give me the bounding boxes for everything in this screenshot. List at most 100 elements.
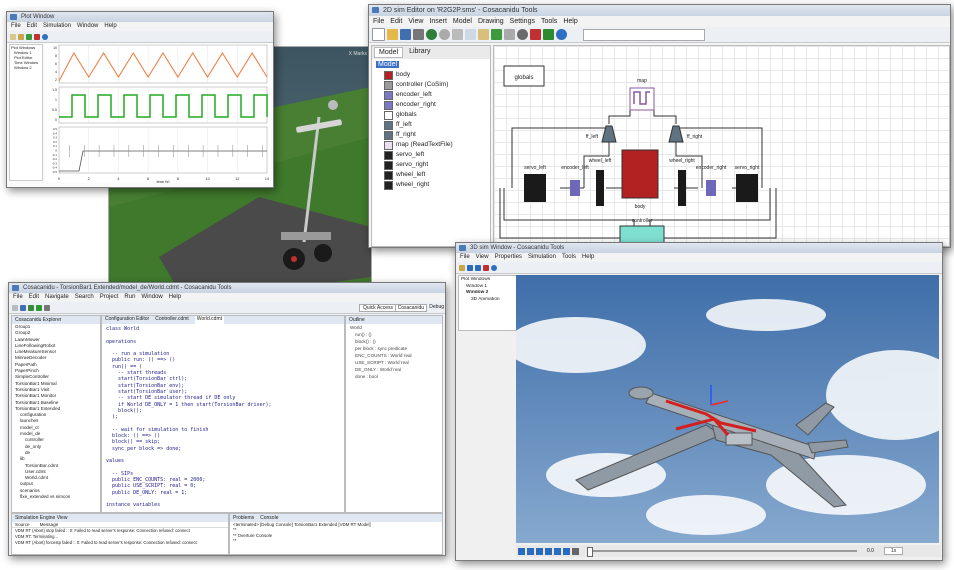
outline-item[interactable]: per block : sync predicate (350, 345, 442, 352)
editor-tab[interactable]: Configuration Editor (105, 316, 149, 324)
servo-left-block[interactable] (524, 174, 546, 202)
encoder-right-block[interactable] (706, 180, 716, 196)
play-icon[interactable] (26, 33, 32, 40)
quick-access-input[interactable]: Quick Access (358, 304, 397, 312)
outline-item[interactable]: run() : () (350, 331, 442, 338)
body-block[interactable] (621, 149, 659, 199)
rewind-icon[interactable] (467, 264, 473, 271)
menu-item[interactable]: Insert (429, 18, 447, 25)
first-frame-icon[interactable] (518, 547, 525, 555)
speed-select[interactable]: 1x (883, 547, 904, 555)
copy-icon[interactable] (465, 29, 476, 40)
model-tree-item[interactable]: body (384, 70, 490, 80)
menu-item[interactable]: Properties (495, 254, 522, 260)
tab-console[interactable]: Console (260, 515, 278, 521)
outline-item[interactable]: ENC_COUNTS : World`real (350, 352, 442, 359)
slider-thumb[interactable] (587, 547, 593, 557)
menu-item[interactable]: View (408, 18, 423, 25)
simulate-icon[interactable] (543, 29, 554, 40)
menu-item[interactable]: Edit (29, 294, 39, 300)
check-icon[interactable] (530, 29, 541, 40)
outline-item[interactable]: done : bool (350, 373, 442, 380)
stop-icon[interactable] (483, 264, 489, 271)
tree-root[interactable]: Model (372, 59, 490, 70)
menu-item[interactable]: Help (169, 294, 181, 300)
menu-item[interactable]: View (476, 254, 489, 260)
save-icon[interactable] (20, 304, 26, 311)
cut-icon[interactable] (452, 29, 463, 40)
menu-item[interactable]: Help (563, 18, 577, 25)
play-icon[interactable] (536, 547, 543, 555)
record-icon[interactable] (572, 547, 579, 555)
menu-item[interactable]: Run (124, 294, 135, 300)
menu-item[interactable]: Settings (510, 18, 535, 25)
tab-problems[interactable]: Problems (233, 515, 254, 521)
col-message[interactable]: Message (40, 522, 59, 527)
menu-item[interactable]: Help (104, 23, 116, 29)
last-frame-icon[interactable] (563, 547, 570, 555)
model-tree-item[interactable]: wheel_right (384, 180, 490, 190)
menu-item[interactable]: Drawing (478, 18, 504, 25)
menu-item[interactable]: Model (453, 18, 472, 25)
editor-tab[interactable]: Controller.cdmt (155, 316, 189, 324)
search-input[interactable] (583, 28, 705, 41)
outline-item[interactable]: block() : () (350, 338, 442, 345)
open-icon[interactable] (459, 264, 465, 271)
new-icon[interactable] (12, 304, 18, 311)
save-icon[interactable] (400, 29, 411, 40)
outline-item[interactable]: USE_SCRIPT : World`real (350, 359, 442, 366)
col-source[interactable]: Source (15, 522, 30, 527)
run-icon[interactable] (36, 304, 42, 311)
model-tree-item[interactable]: wheel_left (384, 170, 490, 180)
redo-icon[interactable] (439, 29, 450, 40)
time-slider[interactable] (587, 547, 857, 557)
menu-item[interactable]: Help (582, 254, 594, 260)
wheel-right-block[interactable] (678, 170, 686, 206)
menu-item[interactable]: Window (77, 23, 98, 29)
menu-item[interactable]: Simulation (528, 254, 556, 260)
diagram-canvas[interactable]: globals map ff_left ff_right servo_left … (493, 45, 950, 247)
model-tree-item[interactable]: servo_left (384, 150, 490, 160)
menu-item[interactable]: Navigate (45, 294, 69, 300)
model-tree-item[interactable]: servo_right (384, 160, 490, 170)
model-tree-item[interactable]: globals (384, 110, 490, 120)
menu-item[interactable]: Search (75, 294, 94, 300)
airplane-3d-viewport[interactable] (516, 275, 939, 543)
menu-item[interactable]: File (13, 294, 23, 300)
tab-model[interactable]: Model (374, 47, 404, 58)
new-icon[interactable] (10, 33, 16, 40)
print-icon[interactable] (413, 29, 424, 40)
undo-icon[interactable] (426, 29, 437, 40)
step-forward-icon[interactable] (554, 547, 561, 555)
help-icon[interactable] (491, 264, 497, 271)
outline-item[interactable]: DE_ONLY : World`real (350, 366, 442, 373)
model-tree-item[interactable]: controller (CoSim) (384, 80, 490, 90)
wheel-left-block[interactable] (596, 170, 604, 206)
perspective-debug[interactable]: Debug (429, 304, 444, 310)
menu-item[interactable]: Tools (541, 18, 557, 25)
model-tree-item[interactable]: ff_left (384, 120, 490, 130)
encoder-left-block[interactable] (570, 180, 580, 196)
model-tree-item[interactable]: ff_right (384, 130, 490, 140)
down-icon[interactable] (504, 29, 515, 40)
paste-icon[interactable] (478, 29, 489, 40)
open-icon[interactable] (18, 33, 24, 40)
menu-item[interactable]: Edit (27, 23, 37, 29)
menu-item[interactable]: File (11, 23, 21, 29)
step-back-icon[interactable] (527, 547, 534, 555)
menu-item[interactable]: Window (141, 294, 162, 300)
settings-icon[interactable] (517, 29, 528, 40)
play-icon[interactable] (475, 264, 481, 271)
servo-right-block[interactable] (736, 174, 758, 202)
open-icon[interactable] (387, 29, 398, 40)
menu-item[interactable]: Simulation (43, 23, 71, 29)
help-icon[interactable] (556, 29, 567, 40)
model-tree-item[interactable]: encoder_left (384, 90, 490, 100)
menu-item[interactable]: File (373, 18, 384, 25)
up-icon[interactable] (491, 29, 502, 40)
debug-icon[interactable] (28, 304, 34, 311)
outline-item[interactable]: World (350, 324, 442, 331)
help-icon[interactable] (42, 33, 48, 40)
menu-item[interactable]: Tools (562, 254, 576, 260)
pause-icon[interactable] (545, 547, 552, 555)
